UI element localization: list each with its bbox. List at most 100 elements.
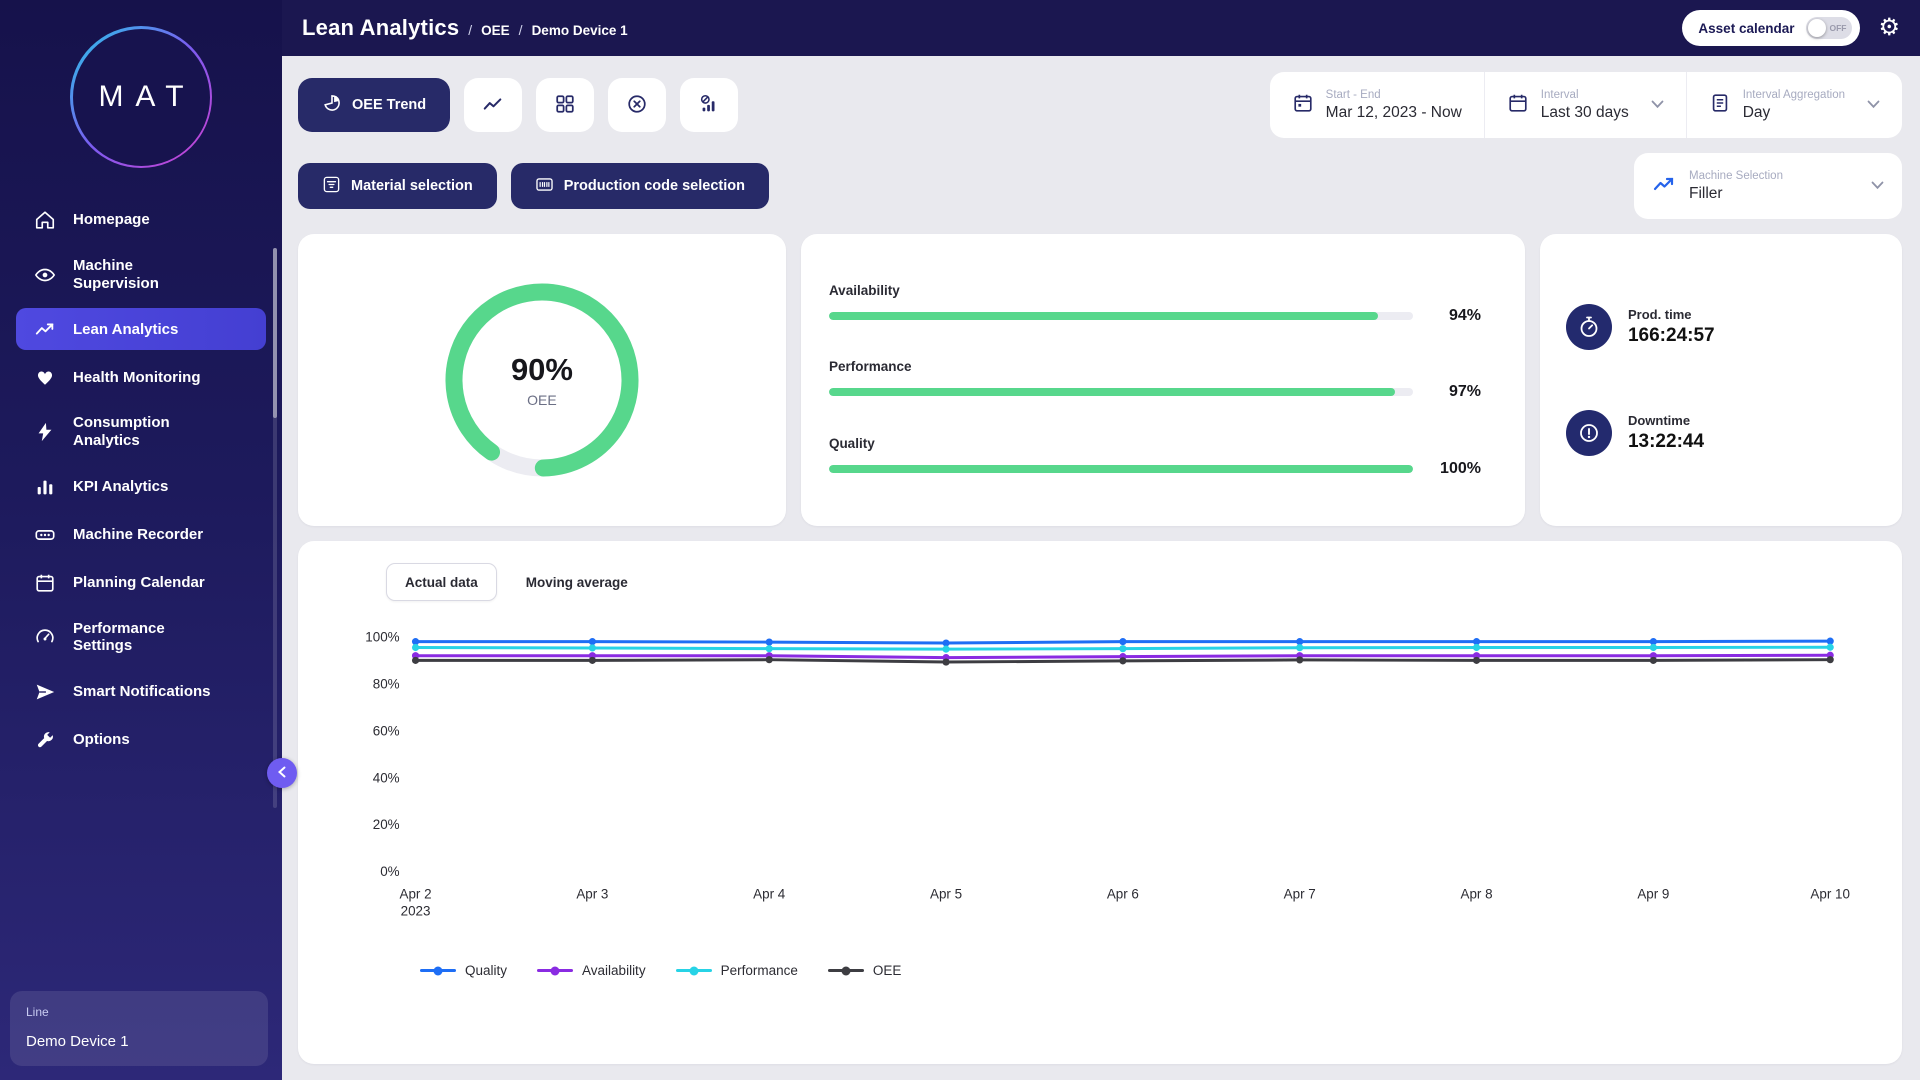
aggregation-select[interactable]: Interval Aggregation Day — [1686, 72, 1902, 138]
chevron-left-icon — [277, 766, 287, 781]
breadcrumb-oee[interactable]: OEE — [481, 23, 510, 38]
calendar-icon — [1292, 92, 1314, 119]
svg-text:Apr 9: Apr 9 — [1637, 887, 1669, 902]
home-icon — [34, 209, 56, 231]
chevron-down-icon — [1867, 96, 1880, 114]
sidebar-item-planning-calendar[interactable]: Planning Calendar — [16, 562, 266, 604]
material-selection-button[interactable]: Material selection — [298, 163, 497, 209]
legend-label: Availability — [582, 963, 646, 978]
gauge-value: 90% — [511, 352, 573, 388]
svg-text:100%: 100% — [365, 629, 399, 644]
progress-fill — [829, 388, 1396, 396]
svg-text:Apr 10: Apr 10 — [1810, 887, 1850, 902]
svg-text:Apr 5: Apr 5 — [930, 887, 962, 902]
date-filter-card: Start - End Mar 12, 2023 - Now Interval … — [1270, 72, 1902, 138]
legend-item[interactable]: Performance — [676, 963, 798, 978]
device-name: Demo Device 1 — [26, 1033, 252, 1050]
sidebar-item-machine-recorder[interactable]: Machine Recorder — [16, 514, 266, 556]
close-circle-button[interactable] — [608, 78, 666, 132]
line-chart-view-button[interactable] — [464, 78, 522, 132]
sidebar-item-options[interactable]: Options — [16, 719, 266, 761]
line-chart[interactable]: 0%20%40%60%80%100%Apr 22023Apr 3Apr 4Apr… — [324, 621, 1876, 937]
sidebar-item-health-monitoring[interactable]: Health Monitoring — [16, 356, 266, 398]
eye-icon — [34, 264, 56, 286]
wrench-icon — [34, 729, 56, 751]
line-chart-icon — [482, 93, 504, 118]
grid-view-button[interactable] — [536, 78, 594, 132]
interval-value: Last 30 days — [1541, 104, 1629, 122]
oee-gauge-card: 90% OEE — [298, 234, 786, 526]
legend-swatch — [676, 969, 712, 972]
content-area: OEE Trend Start - End Mar 12, 2023 - N — [282, 56, 1920, 1080]
gauge-icon — [34, 626, 56, 648]
settings-gear-icon[interactable]: ⚙ — [1878, 16, 1900, 40]
chart-legend: Quality Availability Performance OEE — [420, 963, 1876, 978]
svg-text:40%: 40% — [373, 770, 400, 785]
sidebar-collapse-button[interactable] — [267, 758, 297, 788]
no-data-view-button[interactable] — [680, 78, 738, 132]
kpi-bar-quality: Quality 100% — [829, 436, 1481, 478]
device-card[interactable]: Line Demo Device 1 — [10, 991, 268, 1066]
svg-text:Apr 2: Apr 2 — [400, 887, 432, 902]
svg-text:Apr 6: Apr 6 — [1107, 887, 1139, 902]
brand-logo-text: MAT — [86, 80, 195, 114]
chevron-down-icon — [1651, 96, 1664, 114]
progress-track — [829, 312, 1413, 320]
top-header: Lean Analytics / OEE / Demo Device 1 Ass… — [282, 0, 1920, 56]
sidebar-item-homepage[interactable]: Homepage — [16, 199, 266, 241]
prod-time-value: 166:24:57 — [1628, 325, 1715, 347]
interval-select[interactable]: Interval Last 30 days — [1484, 72, 1686, 138]
prod-time-row: Prod. time 166:24:57 — [1566, 304, 1876, 350]
kpi-bar-availability: Availability 94% — [829, 283, 1481, 325]
svg-text:0%: 0% — [380, 864, 399, 879]
production-code-selection-button[interactable]: Production code selection — [511, 163, 769, 209]
sidebar-item-machine-supervision[interactable]: Machine Supervision — [16, 247, 266, 302]
sidebar-item-consumption-analytics[interactable]: Consumption Analytics — [16, 404, 266, 459]
tab-actual-data[interactable]: Actual data — [386, 563, 497, 601]
start-end-value: Mar 12, 2023 - Now — [1326, 104, 1462, 122]
kpi-bar-performance: Performance 97% — [829, 359, 1481, 401]
oee-trend-button[interactable]: OEE Trend — [298, 78, 450, 132]
trend-line-icon — [1652, 172, 1676, 201]
asset-calendar-toggle-pill[interactable]: Asset calendar OFF — [1682, 10, 1860, 46]
svg-text:Apr 3: Apr 3 — [576, 887, 608, 902]
recorder-icon — [34, 524, 56, 546]
svg-text:Apr 7: Apr 7 — [1284, 887, 1316, 902]
aggregation-value: Day — [1743, 104, 1845, 122]
toolbar-row: OEE Trend Start - End Mar 12, 2023 - N — [298, 72, 1902, 138]
asset-calendar-toggle[interactable]: OFF — [1806, 17, 1852, 39]
svg-text:Apr 8: Apr 8 — [1461, 887, 1493, 902]
legend-swatch — [828, 969, 864, 972]
tab-moving-average[interactable]: Moving average — [507, 563, 647, 601]
heart-icon — [34, 366, 56, 388]
legend-item[interactable]: Quality — [420, 963, 507, 978]
chart-tabs: Actual data Moving average — [386, 563, 1876, 601]
stopwatch-icon — [1566, 304, 1612, 350]
sidebar-item-kpi-analytics[interactable]: KPI Analytics — [16, 466, 266, 508]
machine-value: Filler — [1689, 185, 1848, 203]
legend-item[interactable]: OEE — [828, 963, 902, 978]
progress-track — [829, 388, 1413, 396]
sidebar-item-lean-analytics[interactable]: Lean Analytics — [16, 308, 266, 350]
svg-text:20%: 20% — [373, 817, 400, 832]
send-icon — [34, 681, 56, 703]
grid-icon — [554, 93, 576, 118]
svg-text:Apr 4: Apr 4 — [753, 887, 786, 902]
svg-text:80%: 80% — [373, 676, 400, 691]
progress-track — [829, 465, 1413, 473]
start-end-picker[interactable]: Start - End Mar 12, 2023 - Now — [1270, 72, 1484, 138]
kpi-cards-row: 90% OEE Availability 94% Performance — [298, 234, 1902, 526]
breadcrumb-device[interactable]: Demo Device 1 — [532, 23, 628, 38]
legend-label: Performance — [721, 963, 798, 978]
bar-chart-icon — [34, 476, 56, 498]
machine-selection-dropdown[interactable]: Machine Selection Filler — [1634, 153, 1902, 219]
chevron-down-icon — [1871, 177, 1884, 195]
pie-chart-icon — [322, 93, 342, 117]
legend-item[interactable]: Availability — [537, 963, 646, 978]
sidebar-item-smart-notifications[interactable]: Smart Notifications — [16, 671, 266, 713]
asset-calendar-label: Asset calendar — [1698, 21, 1794, 36]
downtime-value: 13:22:44 — [1628, 431, 1704, 453]
progress-fill — [829, 312, 1378, 320]
sidebar-item-performance-settings[interactable]: Performance Settings — [16, 610, 266, 665]
sidebar-scrollbar[interactable] — [273, 248, 277, 808]
